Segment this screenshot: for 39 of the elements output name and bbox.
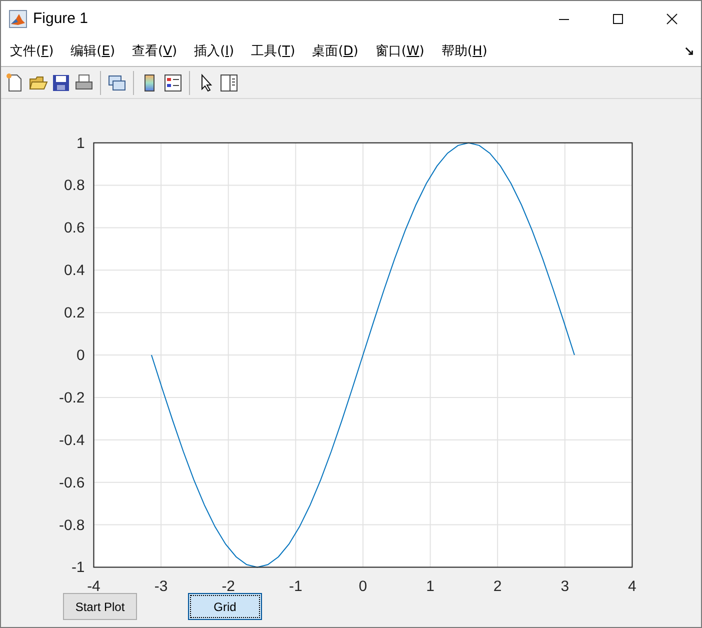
y-tick-label: 0.2 <box>64 304 85 322</box>
menu-item[interactable]: 桌面(D) <box>312 42 358 60</box>
menu-item[interactable]: 插入(I) <box>194 42 234 60</box>
push-button[interactable]: Grid <box>188 593 262 620</box>
x-tick-label: 0 <box>358 578 368 596</box>
x-tick-label: -4 <box>87 578 100 596</box>
y-tick-label: 1 <box>76 134 85 152</box>
x-tick-label: 4 <box>628 578 636 596</box>
legend-icon[interactable] <box>163 72 183 93</box>
menu-item[interactable]: 编辑(E) <box>70 42 116 60</box>
menu-item[interactable]: 窗口(W) <box>375 42 424 60</box>
y-tick-label: 0.4 <box>64 262 85 280</box>
dock-arrow-icon[interactable] <box>685 46 694 56</box>
window-title: Figure 1 <box>33 10 88 28</box>
push-button[interactable]: Start Plot <box>63 593 137 620</box>
y-tick-label: 0.8 <box>64 177 85 194</box>
x-tick-label: 1 <box>426 578 434 596</box>
peak-icon <box>9 10 27 28</box>
x-tick-label: 3 <box>560 578 570 596</box>
menu-item[interactable]: 查看(V) <box>132 42 178 60</box>
x-tick-label: 2 <box>493 578 502 596</box>
y-tick-label: 0 <box>76 347 85 364</box>
x-tick-label: -2 <box>222 578 235 596</box>
linked-windows-icon[interactable] <box>107 72 127 93</box>
maximize-icon[interactable] <box>612 12 624 25</box>
save-icon[interactable] <box>51 72 71 93</box>
x-tick-label: -3 <box>154 578 168 596</box>
y-tick-label: -0.6 <box>59 474 85 492</box>
x-tick-label: -1 <box>289 578 302 596</box>
menu-item[interactable]: 工具(T) <box>251 42 296 60</box>
y-tick-label: -0.2 <box>59 389 85 406</box>
y-tick-label: -1 <box>71 559 85 576</box>
menu-item[interactable]: 帮助(H) <box>441 42 488 60</box>
y-tick-label: -0.8 <box>59 516 85 534</box>
close-icon[interactable] <box>666 12 678 25</box>
y-tick-label: 0.6 <box>64 220 85 237</box>
y-tick-label: -0.4 <box>59 432 85 449</box>
menu-item[interactable]: 文件(F) <box>10 42 54 60</box>
panel-icon[interactable] <box>219 72 239 93</box>
